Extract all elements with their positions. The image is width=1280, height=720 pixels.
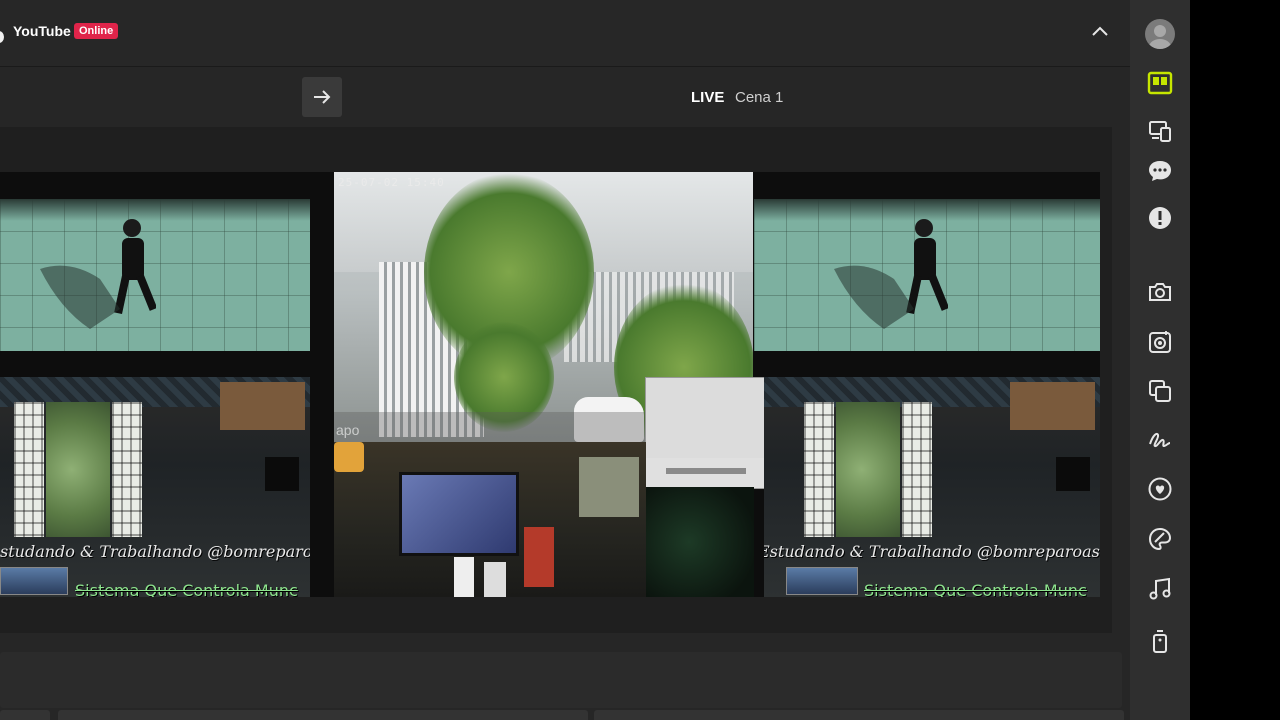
layout-button[interactable] — [1144, 67, 1176, 99]
remote-icon — [1153, 630, 1167, 653]
center-desk-cam — [334, 442, 646, 597]
status-badge: Online — [74, 23, 119, 39]
scene-name: Cena 1 — [735, 89, 784, 106]
layers-button[interactable] — [1144, 375, 1176, 407]
live-canvas[interactable]: studando & Trabalhando @bomreparoassiste… — [0, 172, 1100, 597]
music-icon — [1149, 577, 1171, 600]
devices-button[interactable] — [1144, 115, 1176, 147]
overlay-ticker-right: Sistema Que Controla Munc — [864, 581, 1087, 597]
bottom-tab[interactable] — [58, 710, 588, 720]
collapse-chevron-up-icon[interactable] — [1088, 20, 1112, 44]
camera-timestamp: 25-07-02 15:40 — [338, 176, 445, 189]
avatar-icon — [1145, 19, 1175, 49]
live-label: LIVE — [691, 89, 725, 106]
camera-icon — [1149, 283, 1171, 301]
alert-icon — [1149, 207, 1171, 229]
floating-window-thumb — [645, 377, 765, 489]
remote-button[interactable] — [1144, 625, 1176, 657]
destination-title: YouTube — [13, 23, 71, 39]
alerts-button[interactable] — [1144, 202, 1176, 234]
person-shadow — [834, 265, 914, 329]
preview-bar: LIVE Cena 1 — [0, 67, 1130, 127]
right-room-cam: Estudando & Trabalhando @bomreparoas sist… — [764, 377, 1100, 597]
layout-icon — [1147, 71, 1173, 95]
left-room-cam: studando & Trabalhando @bomreparoassiste… — [0, 377, 310, 597]
heart-button[interactable] — [1144, 473, 1176, 505]
music-button[interactable] — [1144, 573, 1176, 605]
destination-header: YouTube Online — [0, 0, 1130, 67]
capture-icon — [1149, 331, 1171, 353]
avatar-button[interactable] — [1144, 18, 1176, 50]
left-floor-cam — [0, 199, 310, 351]
person-shadow — [40, 265, 120, 329]
overlay-caption-right: Estudando & Trabalhando @bomreparoassist… — [764, 542, 1100, 561]
palette-icon — [1148, 527, 1172, 551]
main-area: YouTube Online LIVE Cena 1 studando & Tr… — [0, 0, 1130, 720]
bottom-tab[interactable] — [0, 710, 50, 720]
chat-icon — [1149, 161, 1171, 181]
scene-strip — [0, 652, 1122, 708]
live-preview-stage: studando & Trabalhando @bomreparoassiste… — [0, 127, 1112, 633]
capture-button[interactable] — [1144, 326, 1176, 358]
studio-app: YouTube Online LIVE Cena 1 studando & Tr… — [0, 0, 1280, 720]
overlay-ticker-left: Sistema Que Controla Munc — [75, 581, 298, 597]
transition-button[interactable] — [302, 77, 342, 117]
heart-icon — [1148, 477, 1172, 501]
camera-logo: apo — [336, 422, 360, 438]
signature-button[interactable] — [1144, 424, 1176, 456]
camera-button[interactable] — [1144, 276, 1176, 308]
layers-icon — [1149, 380, 1171, 402]
overlay-caption-left: studando & Trabalhando @bomreparoassiste… — [0, 542, 310, 561]
chat-button[interactable] — [1144, 155, 1176, 187]
center-dark-cam — [646, 487, 754, 597]
signature-icon — [1149, 432, 1171, 448]
arrow-right-icon — [314, 90, 331, 104]
youtube-logo-icon — [0, 31, 4, 43]
bottom-tabs — [0, 710, 1130, 720]
devices-icon — [1149, 121, 1171, 142]
palette-button[interactable] — [1144, 523, 1176, 555]
bottom-tab[interactable] — [594, 710, 1124, 720]
right-floor-cam — [754, 199, 1100, 351]
right-sidebar — [1130, 0, 1190, 720]
